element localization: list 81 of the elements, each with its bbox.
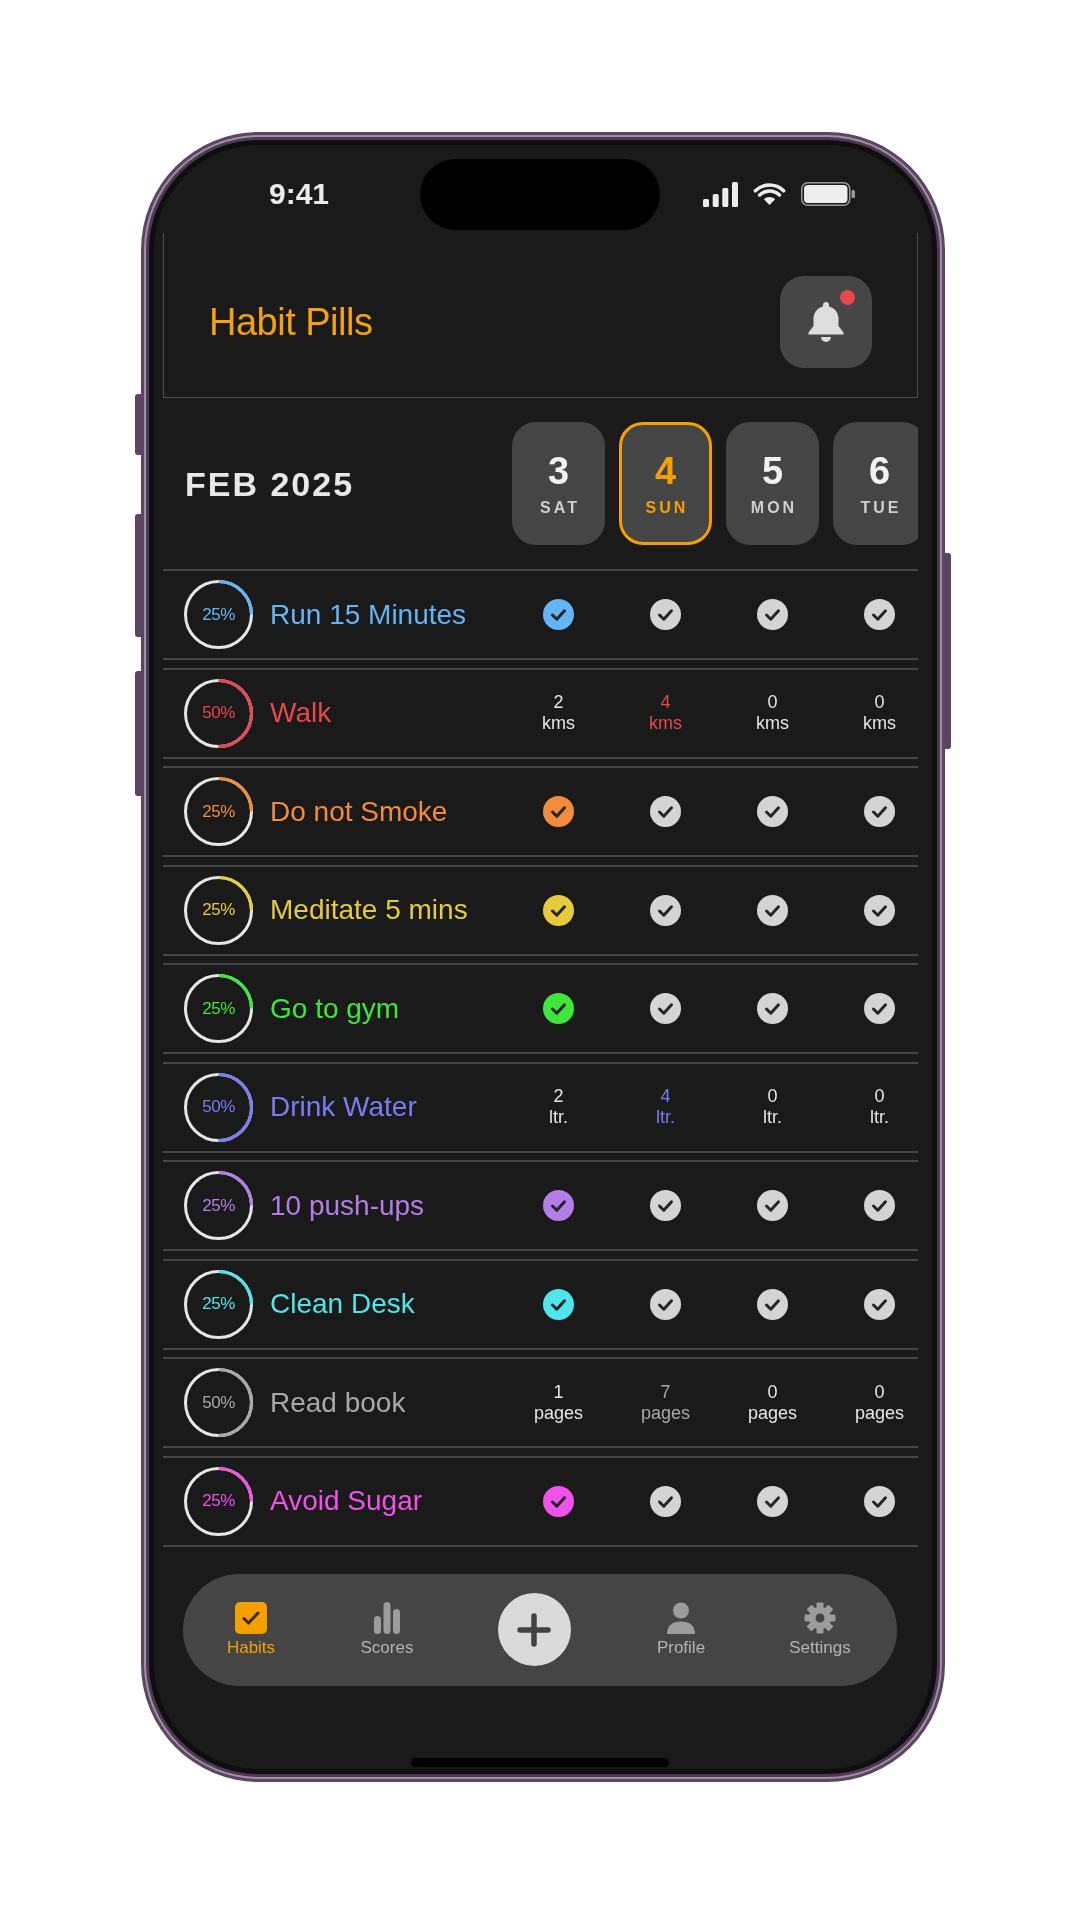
done-checkbox[interactable]	[864, 1190, 895, 1221]
done-checkbox[interactable]	[650, 894, 681, 926]
habit-name[interactable]: Meditate 5 mins	[270, 893, 468, 927]
done-checkbox[interactable]	[650, 599, 681, 630]
nav-tab[interactable]: Habits	[226, 1601, 276, 1658]
progress-percent: 25%	[202, 1294, 235, 1314]
daily-amount: 0 kms	[863, 692, 896, 734]
habit-name[interactable]: Walk	[270, 696, 332, 730]
done-checkbox[interactable]	[757, 1288, 788, 1320]
date-tab[interactable]: 4 SUN	[619, 422, 712, 545]
battery-icon	[801, 182, 856, 206]
progress-percent: 25%	[202, 998, 235, 1019]
plus-icon	[517, 1612, 551, 1647]
nav-tab[interactable]: Profile	[656, 1601, 706, 1658]
done-checkbox[interactable]	[543, 599, 574, 630]
progress-percent: 50%	[202, 703, 235, 723]
daily-amount: 1 pages	[533, 1381, 583, 1424]
bell-icon	[806, 300, 846, 344]
done-checkbox[interactable]	[543, 1485, 574, 1517]
daily-amount: 2 kms	[542, 692, 575, 734]
status-time: 9:41	[269, 177, 330, 211]
nav-tab[interactable]: Scores	[360, 1601, 414, 1658]
habit-name[interactable]: Go to gym	[270, 991, 400, 1026]
daily-amount: 0 kms	[756, 692, 789, 734]
progress-percent: 25%	[202, 604, 235, 625]
done-checkbox[interactable]	[864, 1485, 895, 1517]
month-label: FEB 2025	[185, 463, 355, 504]
habit-name[interactable]: Read book	[270, 1385, 406, 1420]
done-checkbox[interactable]	[757, 796, 788, 827]
daily-amount: 0 pages	[854, 1381, 904, 1424]
done-checkbox[interactable]	[543, 993, 574, 1024]
nav-tab[interactable]: Settings	[789, 1601, 851, 1658]
daily-amount: 0 pages	[747, 1381, 797, 1424]
person-icon	[665, 1601, 697, 1634]
daily-amount: 0 ltr.	[763, 1086, 782, 1128]
daily-amount: 0 ltr.	[870, 1086, 889, 1128]
done-checkbox[interactable]	[650, 1288, 681, 1320]
habit-name[interactable]: 10 push-ups	[270, 1188, 425, 1223]
daily-amount: 7 pages	[640, 1381, 690, 1424]
done-checkbox[interactable]	[543, 1190, 574, 1221]
done-checkbox[interactable]	[757, 993, 788, 1024]
daily-amount: 4 ltr.	[656, 1086, 675, 1128]
habit-name[interactable]: Run 15 Minutes	[270, 597, 467, 632]
habit-name[interactable]: Clean Desk	[270, 1287, 415, 1321]
done-checkbox[interactable]	[650, 1485, 681, 1517]
done-checkbox[interactable]	[864, 993, 895, 1024]
signal-icon	[703, 181, 739, 207]
done-checkbox[interactable]	[864, 1288, 895, 1320]
done-checkbox[interactable]	[757, 599, 788, 630]
progress-percent: 50%	[202, 1097, 235, 1117]
date-tab[interactable]: 3 SAT	[512, 422, 605, 545]
done-checkbox[interactable]	[864, 599, 895, 630]
check-square-icon	[235, 1601, 267, 1634]
done-checkbox[interactable]	[757, 1190, 788, 1221]
habit-name[interactable]: Avoid Sugar	[270, 1484, 423, 1518]
done-checkbox[interactable]	[650, 1190, 681, 1221]
done-checkbox[interactable]	[864, 894, 895, 926]
date-tab[interactable]: 6 TUE	[833, 422, 918, 545]
date-tab[interactable]: 5 MON	[726, 422, 819, 545]
progress-percent: 25%	[202, 801, 235, 822]
app-title: Habit Pills	[209, 300, 373, 344]
notifications-button[interactable]	[780, 276, 872, 368]
bar-chart-icon	[371, 1601, 403, 1634]
progress-percent: 25%	[202, 1491, 235, 1511]
daily-amount: 4 kms	[649, 692, 682, 734]
done-checkbox[interactable]	[650, 796, 681, 827]
habit-name[interactable]: Do not Smoke	[270, 794, 448, 829]
done-checkbox[interactable]	[543, 894, 574, 926]
wifi-icon	[753, 182, 787, 206]
progress-percent: 25%	[202, 1195, 235, 1216]
done-checkbox[interactable]	[757, 894, 788, 926]
habit-name[interactable]: Drink Water	[270, 1090, 417, 1124]
done-checkbox[interactable]	[757, 1485, 788, 1517]
done-checkbox[interactable]	[864, 796, 895, 827]
daily-amount: 2 ltr.	[549, 1086, 568, 1128]
done-checkbox[interactable]	[650, 993, 681, 1024]
progress-percent: 50%	[202, 1392, 235, 1413]
done-checkbox[interactable]	[543, 796, 574, 827]
gear-icon	[804, 1601, 836, 1634]
progress-percent: 25%	[202, 900, 235, 920]
done-checkbox[interactable]	[543, 1288, 574, 1320]
